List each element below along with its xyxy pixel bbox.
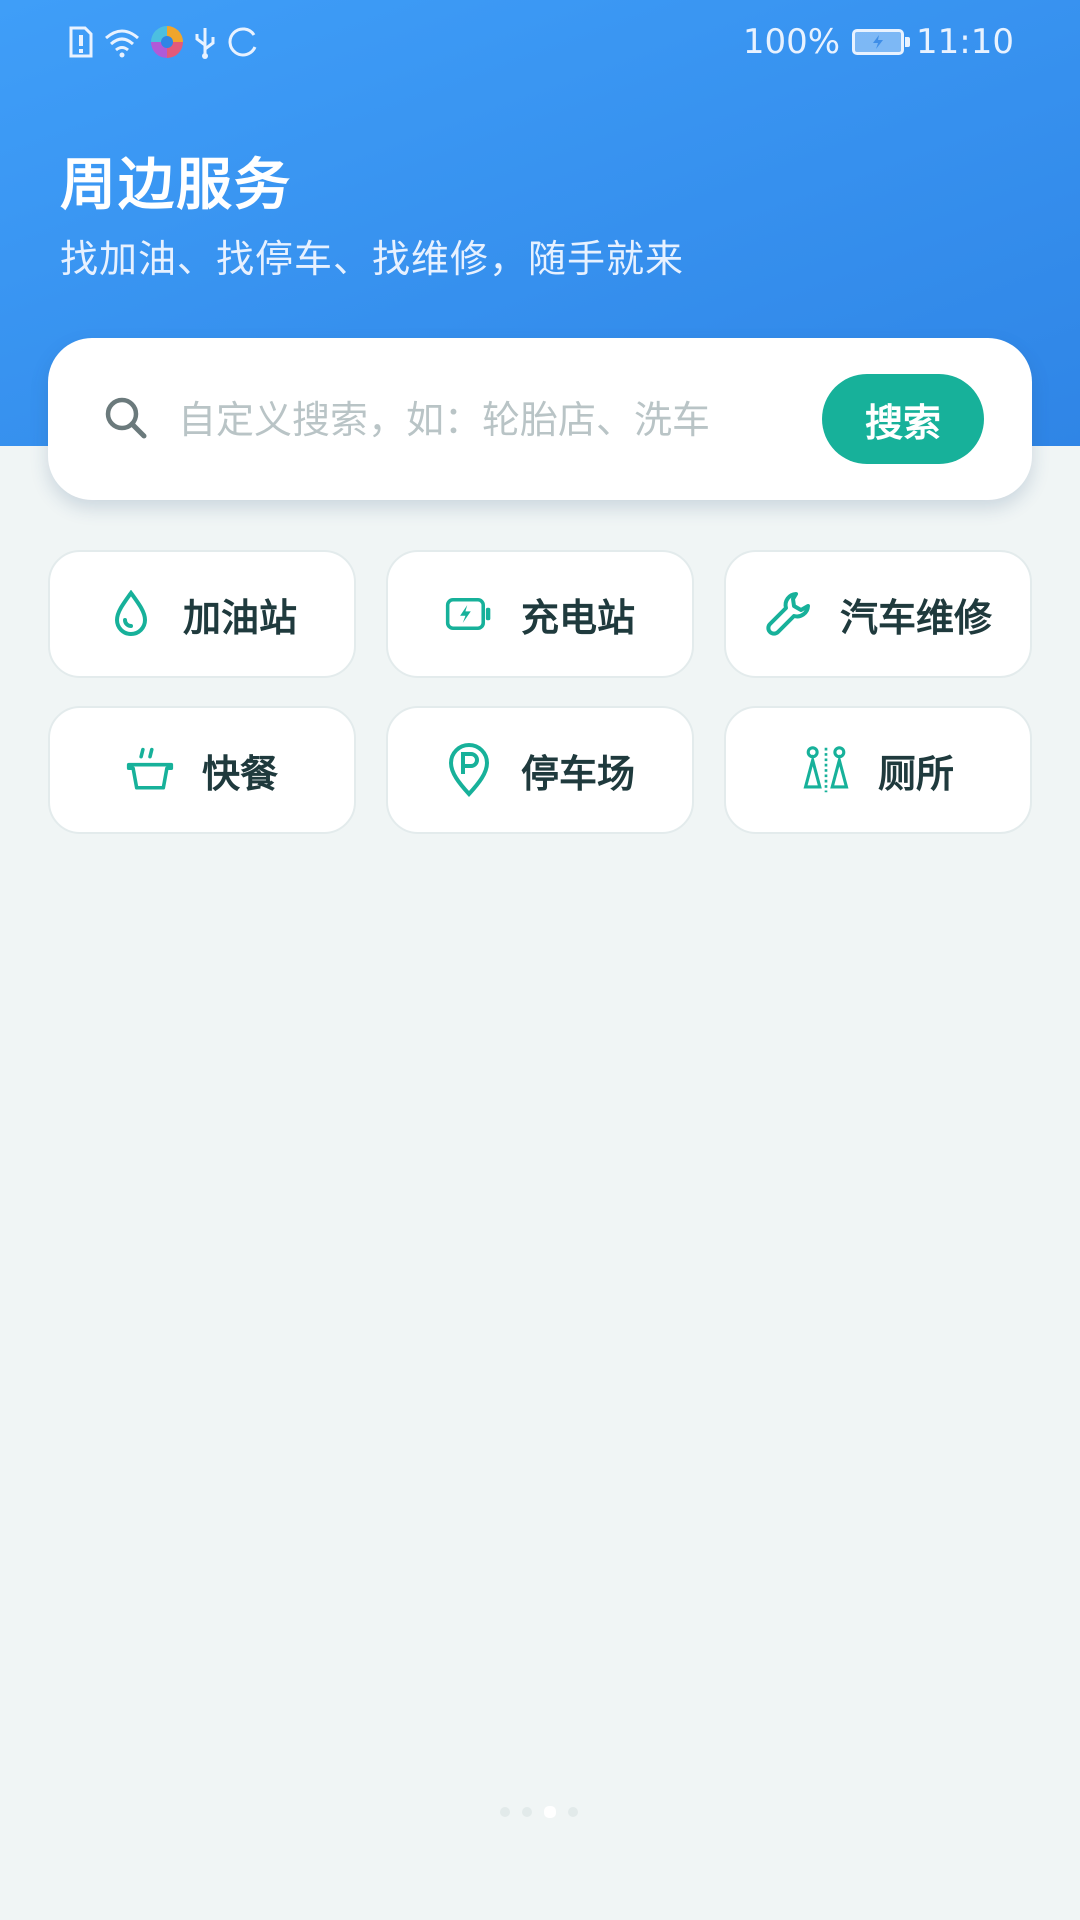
service-label: 停车场 — [520, 751, 635, 796]
charging-battery-icon — [445, 590, 493, 638]
service-tile-parking[interactable]: 停车场 — [386, 706, 694, 834]
sim-alert-icon — [68, 26, 94, 58]
page-indicator — [500, 1806, 578, 1818]
page-title: 周边服务 — [60, 153, 292, 218]
service-label: 汽车维修 — [839, 595, 992, 640]
search-button[interactable]: 搜索 — [822, 374, 984, 464]
sync-icon — [226, 25, 260, 59]
status-time: 11:10 — [916, 22, 1014, 62]
status-icons — [68, 22, 260, 62]
service-tile-car-repair[interactable]: 汽车维修 — [724, 550, 1032, 678]
service-label: 充电站 — [520, 595, 635, 640]
page-subtitle: 找加油、找停车、找维修，随手就来 — [60, 237, 685, 281]
restroom-icon — [802, 746, 850, 794]
service-label: 快餐 — [201, 751, 278, 796]
search-icon — [102, 394, 150, 446]
status-right: 100% 11:10 — [743, 20, 1014, 64]
page-dot[interactable] — [568, 1807, 578, 1817]
fast-food-bowl-icon — [126, 746, 174, 794]
wifi-icon — [102, 26, 142, 58]
page-dot-active[interactable] — [544, 1806, 556, 1818]
service-label: 厕所 — [877, 751, 954, 796]
fuel-drop-icon — [107, 590, 155, 638]
app-notification-icon — [150, 25, 184, 59]
battery-icon — [852, 29, 911, 55]
battery-percent: 100% — [742, 22, 841, 62]
service-tile-restroom[interactable]: 厕所 — [724, 706, 1032, 834]
page-dot[interactable] — [522, 1807, 532, 1817]
service-tile-gas-station[interactable]: 加油站 — [48, 550, 356, 678]
service-label: 加油站 — [182, 595, 297, 640]
page-dot[interactable] — [500, 1807, 510, 1817]
parking-pin-icon — [445, 743, 493, 797]
service-tile-charging-station[interactable]: 充电站 — [386, 550, 694, 678]
status-bar: 100% 11:10 — [0, 0, 1080, 86]
wrench-icon — [764, 590, 812, 638]
usb-icon — [192, 25, 218, 59]
search-bar: 搜索 — [48, 338, 1032, 500]
service-tile-fast-food[interactable]: 快餐 — [48, 706, 356, 834]
search-input[interactable] — [176, 386, 820, 454]
